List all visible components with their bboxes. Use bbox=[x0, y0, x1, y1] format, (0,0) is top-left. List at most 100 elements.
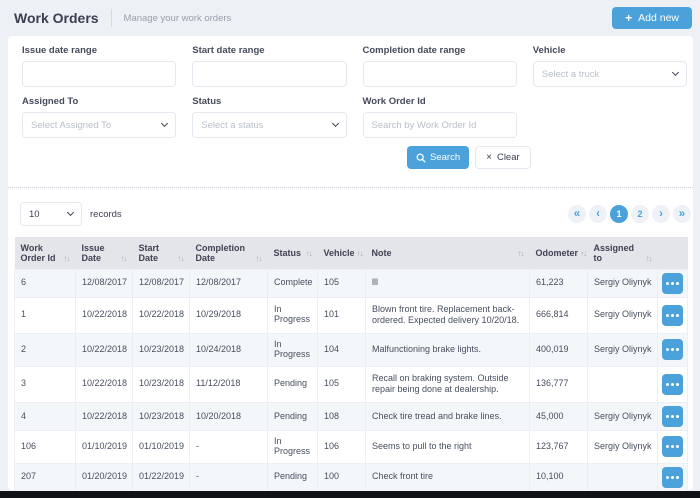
column-title: Work Order Id bbox=[21, 243, 62, 263]
column-header-note[interactable]: Note ↑↓ bbox=[366, 237, 530, 269]
filter-label: Start date range bbox=[192, 45, 346, 56]
cell-vehicle: 105 bbox=[318, 269, 366, 297]
pagination-first[interactable]: « bbox=[568, 205, 586, 223]
assigned-to-select[interactable]: Select Assigned To bbox=[22, 112, 176, 138]
cell-issue-date: 10/22/2018 bbox=[76, 366, 133, 402]
cell-completion-date: 12/08/2017 bbox=[190, 269, 268, 297]
pagination-page-1[interactable]: 1 bbox=[610, 205, 628, 223]
cell-odometer: 10,100 bbox=[530, 463, 588, 491]
records-bar: 10 records «‹12›» bbox=[8, 202, 693, 226]
filter-field-work-order-id: Work Order Id bbox=[363, 96, 517, 138]
column-title: Status bbox=[274, 248, 302, 258]
column-title: Odometer bbox=[536, 248, 579, 258]
row-actions-button[interactable] bbox=[662, 339, 683, 360]
row-actions-button[interactable] bbox=[662, 467, 683, 488]
filter-label: Vehicle bbox=[533, 45, 687, 56]
cell-issue-date: 10/22/2018 bbox=[76, 333, 133, 366]
cell-note: Check front tire bbox=[366, 463, 530, 491]
issue-date-range-input[interactable] bbox=[22, 61, 176, 87]
table-row: 10601/10/201901/10/2019-In Progress106Se… bbox=[15, 431, 688, 464]
table-row: 210/22/201810/23/201810/24/2018In Progre… bbox=[15, 333, 688, 366]
cell-start-date: 10/23/2018 bbox=[133, 333, 190, 366]
cell-status: Pending bbox=[268, 366, 318, 402]
ellipsis-icon bbox=[671, 415, 674, 418]
work-order-id-input[interactable] bbox=[363, 112, 517, 138]
cell-issue-date: 01/20/2019 bbox=[76, 463, 133, 491]
add-new-button[interactable]: + Add new bbox=[612, 7, 692, 29]
column-header-start-date[interactable]: Start Date↑↓ bbox=[133, 237, 190, 269]
work-orders-table: Work Order Id↑↓Issue Date↑↓Start Date↑↓C… bbox=[14, 237, 688, 492]
separator bbox=[8, 187, 693, 188]
row-actions-button[interactable] bbox=[662, 436, 683, 457]
cell-start-date: 10/22/2018 bbox=[133, 297, 190, 333]
row-actions-button[interactable] bbox=[662, 273, 683, 294]
sort-icon: ↑↓ bbox=[119, 254, 127, 263]
completion-date-range-input[interactable] bbox=[363, 61, 517, 87]
chevron-down-icon bbox=[67, 209, 74, 216]
filter-field-assigned-to: Assigned ToSelect Assigned To bbox=[22, 96, 176, 138]
table-row: 20701/20/201901/22/2019-Pending100Check … bbox=[15, 463, 688, 491]
filter-actions: Search × Clear bbox=[8, 146, 693, 169]
column-header-work-order-id[interactable]: Work Order Id↑↓ bbox=[15, 237, 76, 269]
filter-field-vehicle: Vehicle Select a truck bbox=[533, 45, 687, 87]
cell-start-date: 01/10/2019 bbox=[133, 431, 190, 464]
cell-start-date: 12/08/2017 bbox=[133, 269, 190, 297]
column-header-completion-date[interactable]: Completion Date↑↓ bbox=[190, 237, 268, 269]
pagination-last[interactable]: » bbox=[673, 205, 691, 223]
sort-icon: ↑↓ bbox=[62, 254, 70, 263]
chevron-down-icon bbox=[331, 120, 338, 127]
cell-work-order-id: 106 bbox=[15, 431, 76, 464]
plus-icon: + bbox=[625, 11, 632, 25]
chevron-down-icon bbox=[672, 69, 679, 76]
row-actions-button[interactable] bbox=[662, 305, 683, 326]
start-date-range-input[interactable] bbox=[192, 61, 346, 87]
cell-work-order-id: 6 bbox=[15, 269, 76, 297]
filter-field-issue-date-range: Issue date range bbox=[22, 45, 176, 87]
cell-odometer: 123,767 bbox=[530, 431, 588, 464]
cell-assigned-to: Sergiy Oliynyk bbox=[588, 297, 658, 333]
pagination-next[interactable]: › bbox=[652, 205, 670, 223]
column-header-assigned-to[interactable]: Assigned to↑↓ bbox=[588, 237, 658, 269]
clear-button[interactable]: × Clear bbox=[475, 146, 531, 169]
cell-vehicle: 101 bbox=[318, 297, 366, 333]
cell-issue-date: 01/10/2019 bbox=[76, 431, 133, 464]
filter-label: Completion date range bbox=[363, 45, 517, 56]
cell-work-order-id: 207 bbox=[15, 463, 76, 491]
column-header-status[interactable]: Status↑↓ bbox=[268, 237, 318, 269]
row-actions-button[interactable] bbox=[662, 406, 683, 427]
cell-completion-date: - bbox=[190, 431, 268, 464]
cell-work-order-id: 3 bbox=[15, 366, 76, 402]
sort-icon: ↑↓ bbox=[516, 249, 524, 258]
sort-icon: ↑↓ bbox=[644, 254, 652, 263]
content-card: Issue date range Start date range Completi… bbox=[8, 36, 693, 490]
column-title: Vehicle bbox=[324, 248, 355, 258]
cell-assigned-to: Sergiy Oliynyk bbox=[588, 269, 658, 297]
filter-label: Status bbox=[192, 96, 346, 107]
cell-odometer: 45,000 bbox=[530, 403, 588, 431]
column-title: Note bbox=[372, 248, 392, 258]
cell-note: Recall on braking system. Outside repair… bbox=[366, 366, 530, 402]
cell-status: Complete bbox=[268, 269, 318, 297]
pagination-page-2[interactable]: 2 bbox=[631, 205, 649, 223]
cell-completion-date: 11/12/2018 bbox=[190, 366, 268, 402]
cell-note: lll bbox=[366, 269, 530, 297]
table-row: 310/22/201810/23/201811/12/2018Pending10… bbox=[15, 366, 688, 402]
status-select[interactable]: Select a status bbox=[192, 112, 346, 138]
cell-status: Pending bbox=[268, 463, 318, 491]
pagination-prev[interactable]: ‹ bbox=[589, 205, 607, 223]
vehicle-select[interactable]: Select a truck bbox=[533, 61, 687, 87]
cell-status: In Progress bbox=[268, 333, 318, 366]
cell-completion-date: - bbox=[190, 463, 268, 491]
row-actions-button[interactable] bbox=[662, 374, 683, 395]
search-button[interactable]: Search bbox=[407, 146, 469, 169]
column-header-issue-date[interactable]: Issue Date↑↓ bbox=[76, 237, 133, 269]
column-header-vehicle[interactable]: Vehicle↑↓ bbox=[318, 237, 366, 269]
page-subtitle: Manage your work orders bbox=[124, 13, 232, 24]
cell-assigned-to: Sergiy Oliynyk bbox=[588, 333, 658, 366]
per-page-select[interactable]: 10 bbox=[20, 202, 82, 226]
cell-status: Pending bbox=[268, 403, 318, 431]
cell-assigned-to bbox=[588, 463, 658, 491]
cell-completion-date: 10/20/2018 bbox=[190, 403, 268, 431]
column-header-odometer[interactable]: Odometer↑↓ bbox=[530, 237, 588, 269]
cell-assigned-to: Sergiy Oliynyk bbox=[588, 431, 658, 464]
